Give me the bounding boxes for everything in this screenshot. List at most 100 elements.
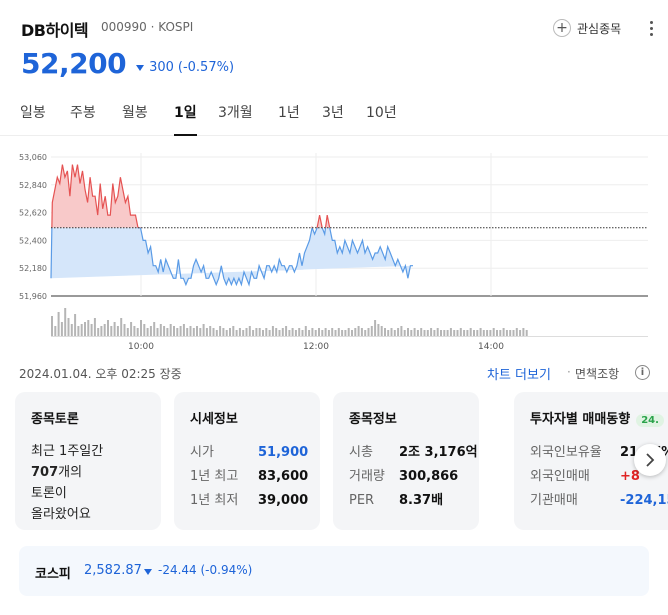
tab-2[interactable]: 월봉 [122, 102, 148, 136]
volume-bar [486, 330, 489, 336]
volume-bar [116, 326, 119, 336]
stock-info-card[interactable]: 종목정보 시총 2조 3,176억 거래량 300,866 PER 8.37배 [333, 392, 479, 530]
volume-bar [522, 328, 525, 336]
tab-1[interactable]: 주봉 [70, 102, 96, 136]
info-cards: 종목토론 최근 1주일간 707개의 토론이 올라왔어요 시세정보 시가 51,9… [0, 392, 668, 530]
stock-header: DB하이텍 000990 · KOSPI + 관심종목 [21, 17, 668, 40]
tab-4[interactable]: 3개월 [218, 102, 253, 136]
tab-7[interactable]: 10년 [366, 102, 397, 136]
more-options-icon[interactable] [644, 18, 658, 38]
volume-bar [476, 330, 479, 336]
tab-0[interactable]: 일봉 [20, 102, 46, 136]
volume-bar [90, 324, 93, 336]
row-value: 2조 3,176억 [399, 445, 478, 460]
volume-bar [301, 330, 304, 336]
volume-bar [235, 330, 238, 336]
volume-bar [440, 330, 442, 336]
next-card-button[interactable] [634, 444, 666, 476]
index-change: -24.44 (-0.94%) [158, 563, 253, 577]
add-watchlist-button[interactable]: + 관심종목 [553, 17, 621, 39]
volume-bar [423, 330, 426, 336]
volume-bar [219, 326, 222, 336]
volume-bar [499, 330, 502, 336]
discussion-card[interactable]: 종목토론 최근 1주일간 707개의 토론이 올라왔어요 [15, 392, 161, 530]
disclaimer-link[interactable]: 면책조항 [575, 365, 619, 382]
watchlist-label: 관심종목 [577, 21, 622, 36]
volume-bar [337, 328, 340, 336]
volume-bar [205, 328, 208, 336]
volume-bar [380, 326, 383, 336]
volume-bar [430, 328, 433, 336]
volume-bar [225, 330, 228, 336]
volume-bar [80, 324, 83, 336]
chart-more-link[interactable]: 차트 더보기 [487, 364, 551, 383]
volume-bar [126, 328, 129, 336]
volume-bar [192, 328, 195, 336]
tab-6[interactable]: 3년 [322, 102, 344, 136]
volume-bar [93, 318, 96, 336]
y-tick-label: 52,620 [19, 209, 47, 218]
volume-bar [156, 328, 159, 336]
volume-bar [393, 330, 396, 336]
current-price: 52,200 [21, 47, 127, 80]
volume-bar [271, 326, 274, 336]
volume-bar [149, 326, 152, 336]
volume-bar [189, 326, 192, 336]
volume-bar [245, 328, 248, 336]
volume-bar [400, 326, 403, 336]
volume-bar [281, 328, 284, 336]
volume-bar [436, 328, 439, 336]
discussion-count-line: 707개의 [31, 462, 161, 483]
volume-bar [252, 330, 255, 336]
volume-bar [357, 326, 360, 336]
volume-bar [453, 330, 456, 336]
volume-bar [146, 328, 149, 336]
volume-bar [262, 330, 264, 336]
kospi-index-bar[interactable]: 코스피 2,582.87 -24.44 (-0.94%) [19, 546, 649, 596]
volume-bar [416, 330, 419, 336]
y-tick-label: 53,060 [19, 153, 47, 162]
volume-bar [182, 324, 185, 336]
card-title: 투자자별 매매동향 24. [530, 408, 668, 427]
volume-bar [449, 328, 452, 336]
discussion-count-suffix: 개의 [58, 465, 83, 480]
volume-bar [420, 328, 423, 336]
y-tick-label: 52,180 [19, 264, 47, 273]
x-tick-label: 10:00 [128, 342, 154, 352]
volume-bar [140, 320, 142, 336]
row-value: 39,000 [258, 493, 309, 508]
volume-bar [413, 328, 416, 336]
tab-5[interactable]: 1년 [278, 102, 300, 136]
volume-bar [509, 330, 512, 336]
volume-bar [446, 330, 449, 336]
tab-3[interactable]: 1일 [174, 102, 197, 136]
row-key: 1년 최저 [190, 493, 239, 508]
investor-row: 기관매매 -224,15 [530, 489, 668, 513]
price-chart: 53,060 52,840 52,620 52,400 52,180 51,960 10:0… [0, 136, 668, 358]
market-info-card[interactable]: 시세정보 시가 51,900 1년 최고 83,600 1년 최저 39,000 [174, 392, 320, 530]
row-key: 거래량 [349, 469, 385, 484]
volume-bar [163, 326, 166, 336]
volume-bar [153, 322, 156, 336]
row-value: -224,15 [620, 493, 668, 508]
volume-bar [525, 330, 528, 336]
volume-bar [473, 330, 475, 336]
volume-bar [238, 328, 241, 336]
volume-bar [258, 328, 261, 336]
volume-bar [492, 328, 495, 336]
row-key: 1년 최고 [190, 469, 239, 484]
row-key: 기관매매 [530, 493, 578, 508]
volume-bar [341, 330, 344, 336]
volume-bar [232, 326, 235, 336]
info-icon[interactable]: i [635, 365, 650, 380]
volume-bar [354, 328, 357, 336]
info-row: 거래량 300,866 [349, 465, 479, 489]
volume-bar [275, 328, 278, 336]
volume-bar [159, 324, 162, 336]
date-badge: 24. [636, 414, 664, 427]
volume-bar [143, 324, 146, 336]
volume-bar [255, 328, 258, 336]
volume-bar [209, 326, 212, 336]
volume-bar [314, 330, 317, 336]
row-value: 8.37배 [399, 493, 444, 508]
